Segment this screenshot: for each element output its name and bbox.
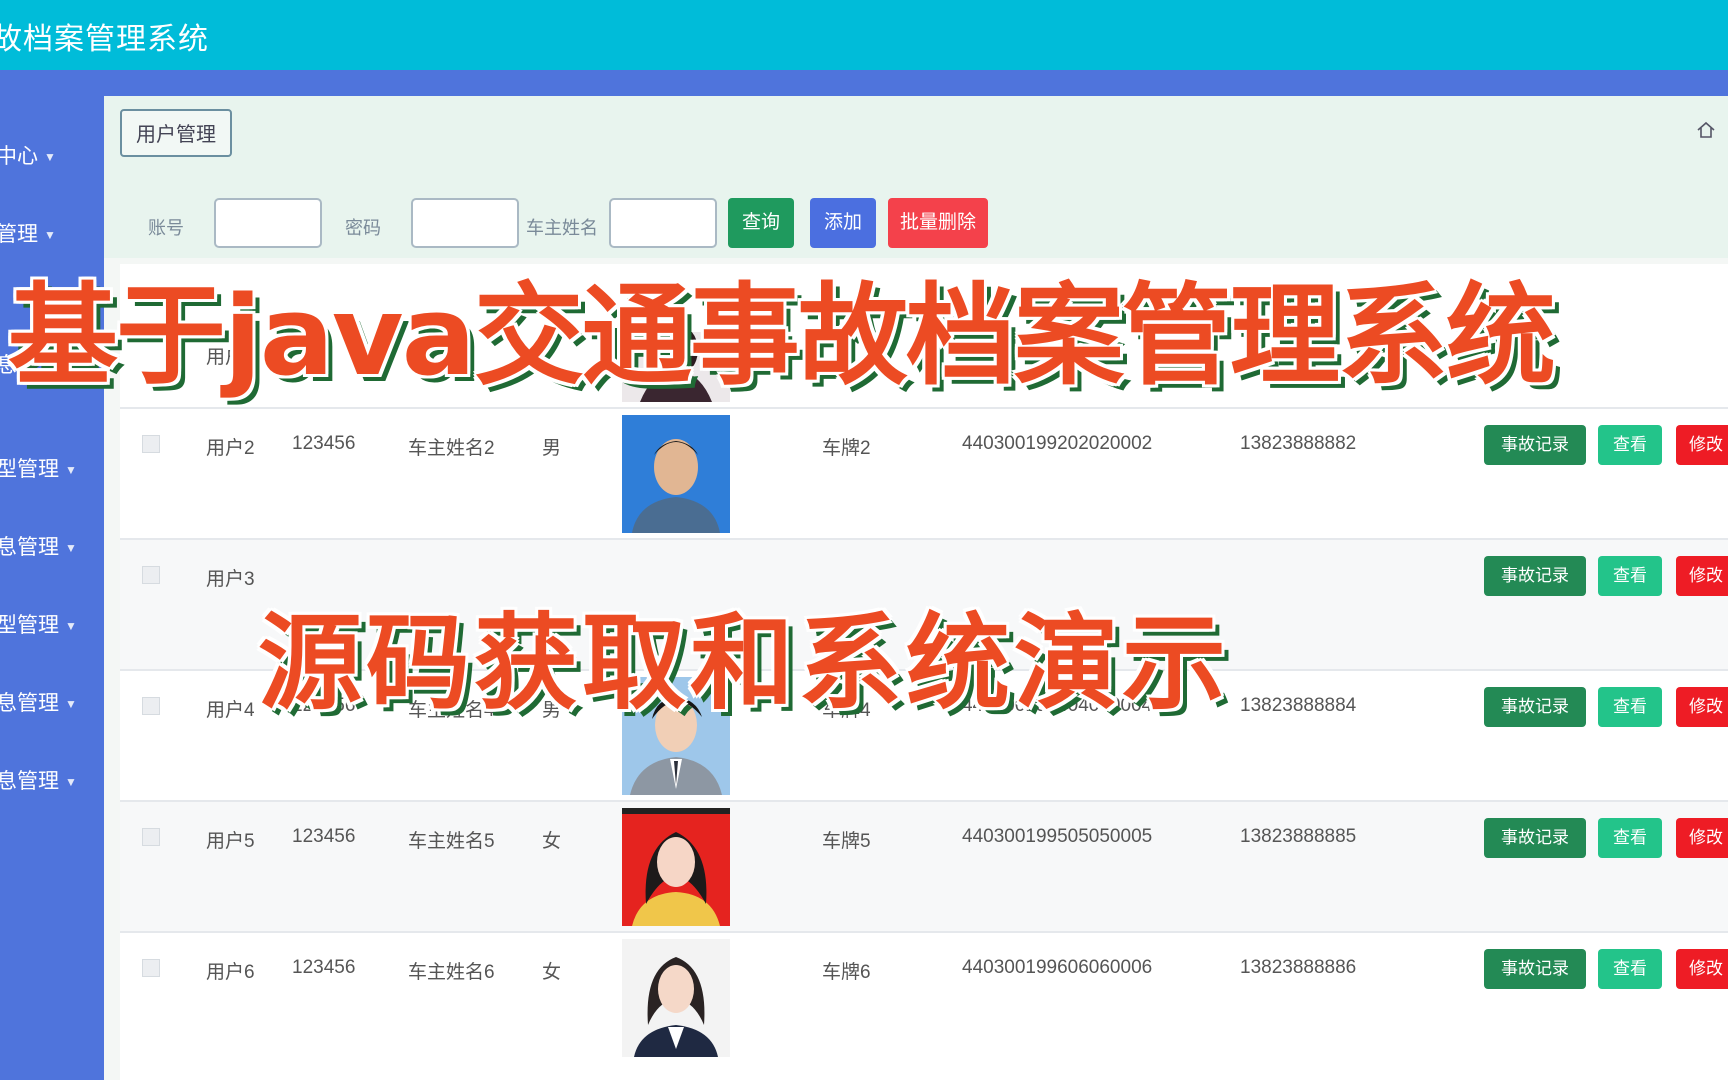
edit-button[interactable]: 修改	[1676, 687, 1728, 727]
user-photo	[622, 939, 730, 1057]
owner-cell: 车主姓名5	[408, 831, 495, 852]
account-cell: 用户6	[206, 962, 255, 983]
owner-cell: 车主姓名2	[408, 438, 495, 459]
home-icon[interactable]	[1696, 120, 1716, 140]
table-row: 用户6 123456 车主姓名6 女 车牌6 44030019960606000…	[120, 931, 1728, 1064]
accident-record-button[interactable]: 事故记录	[1484, 949, 1586, 989]
phone-cell: 13823888886	[1240, 957, 1357, 978]
plate-cell: 车牌6	[822, 962, 871, 983]
password-label: 密码	[345, 218, 381, 238]
account-cell: 用户4	[206, 700, 255, 721]
phone-cell: 13823888884	[1240, 695, 1357, 716]
plate-cell: 车牌5	[822, 831, 871, 852]
password-cell: 123456	[292, 826, 356, 847]
gender-cell: 男	[542, 438, 562, 459]
view-button[interactable]: 查看	[1598, 687, 1662, 727]
account-label: 账号	[148, 218, 184, 238]
batch-delete-button[interactable]: 批量删除	[888, 198, 988, 248]
gender-cell: 女	[542, 962, 562, 983]
add-button[interactable]: 添加	[810, 198, 876, 248]
sidebar-item-type-1[interactable]: 型管理 ▼	[0, 453, 77, 483]
row-checkbox[interactable]	[142, 435, 160, 453]
account-cell: 用户2	[206, 438, 255, 459]
accident-record-button[interactable]: 事故记录	[1484, 687, 1586, 727]
sidebar: 中心 ▼ 管理 ▼ 息管理 型管理 ▼ 息管理 ▼ 型管理 ▼ 息管理 ▼ 息管理 ▼	[0, 96, 104, 1080]
row-checkbox[interactable]	[142, 828, 160, 846]
owner-name-input[interactable]	[609, 198, 717, 248]
account-cell: 用户3	[206, 569, 255, 590]
edit-button[interactable]: 修改	[1676, 818, 1728, 858]
chevron-down-icon: ▼	[65, 619, 77, 634]
chevron-down-icon: ▼	[65, 697, 77, 712]
owner-cell: 车主姓名6	[408, 962, 495, 983]
chevron-down-icon: ▼	[65, 541, 77, 556]
edit-button[interactable]: 修改	[1676, 556, 1728, 596]
sidebar-item-management[interactable]: 管理 ▼	[0, 218, 56, 248]
header-band	[0, 70, 1728, 96]
chevron-down-icon: ▼	[44, 150, 56, 165]
accident-record-button[interactable]: 事故记录	[1484, 425, 1586, 465]
chevron-down-icon: ▼	[65, 463, 77, 478]
id-number-cell: 440300199505050005	[962, 826, 1153, 847]
sidebar-item-type-2[interactable]: 型管理 ▼	[0, 609, 77, 639]
edit-button[interactable]: 修改	[1676, 425, 1728, 465]
sidebar-item-info-2[interactable]: 息管理 ▼	[0, 531, 77, 561]
user-photo	[622, 808, 730, 926]
account-cell: 用户5	[206, 831, 255, 852]
row-checkbox[interactable]	[142, 697, 160, 715]
sidebar-item-info-3[interactable]: 息管理 ▼	[0, 687, 77, 717]
query-button[interactable]: 查询	[728, 198, 794, 248]
account-input[interactable]	[214, 198, 322, 248]
chevron-down-icon: ▼	[65, 775, 77, 790]
accident-record-button[interactable]: 事故记录	[1484, 556, 1586, 596]
phone-cell: 13823888882	[1240, 433, 1357, 454]
table-row: 用户5 123456 车主姓名5 女 车牌5 44030019950505000…	[120, 800, 1728, 933]
sidebar-item-info-4[interactable]: 息管理 ▼	[0, 765, 77, 795]
overlay-subheadline: 源码获取和系统演示	[258, 602, 1231, 724]
accident-record-button[interactable]: 事故记录	[1484, 818, 1586, 858]
edit-button[interactable]: 修改	[1676, 949, 1728, 989]
row-checkbox[interactable]	[142, 959, 160, 977]
id-number-cell: 440300199202020002	[962, 433, 1153, 454]
owner-name-label: 车主姓名	[526, 218, 598, 238]
view-button[interactable]: 查看	[1598, 556, 1662, 596]
view-button[interactable]: 查看	[1598, 818, 1662, 858]
plate-cell: 车牌2	[822, 438, 871, 459]
password-cell: 123456	[292, 433, 356, 454]
gender-cell: 女	[542, 831, 562, 852]
top-bar: 故档案管理系统	[0, 0, 1728, 70]
password-input[interactable]	[411, 198, 519, 248]
chevron-down-icon: ▼	[44, 228, 56, 243]
id-number-cell: 440300199606060006	[962, 957, 1153, 978]
view-button[interactable]: 查看	[1598, 425, 1662, 465]
table-row: 用户2 123456 车主姓名2 男 车牌2 44030019920202000…	[120, 407, 1728, 540]
breadcrumb-tab[interactable]: 用户管理	[120, 109, 232, 157]
phone-cell: 13823888885	[1240, 826, 1357, 847]
sidebar-item-center[interactable]: 中心 ▼	[0, 140, 56, 170]
row-checkbox[interactable]	[142, 566, 160, 584]
app-title: 故档案管理系统	[0, 23, 209, 56]
overlay-headline: 基于java交通事故档案管理系统	[8, 272, 1556, 400]
panel-header: 用户管理 账号 密码 车主姓名 查询 添加 批量删除	[104, 96, 1728, 258]
view-button[interactable]: 查看	[1598, 949, 1662, 989]
password-cell: 123456	[292, 957, 356, 978]
user-photo	[622, 415, 730, 533]
